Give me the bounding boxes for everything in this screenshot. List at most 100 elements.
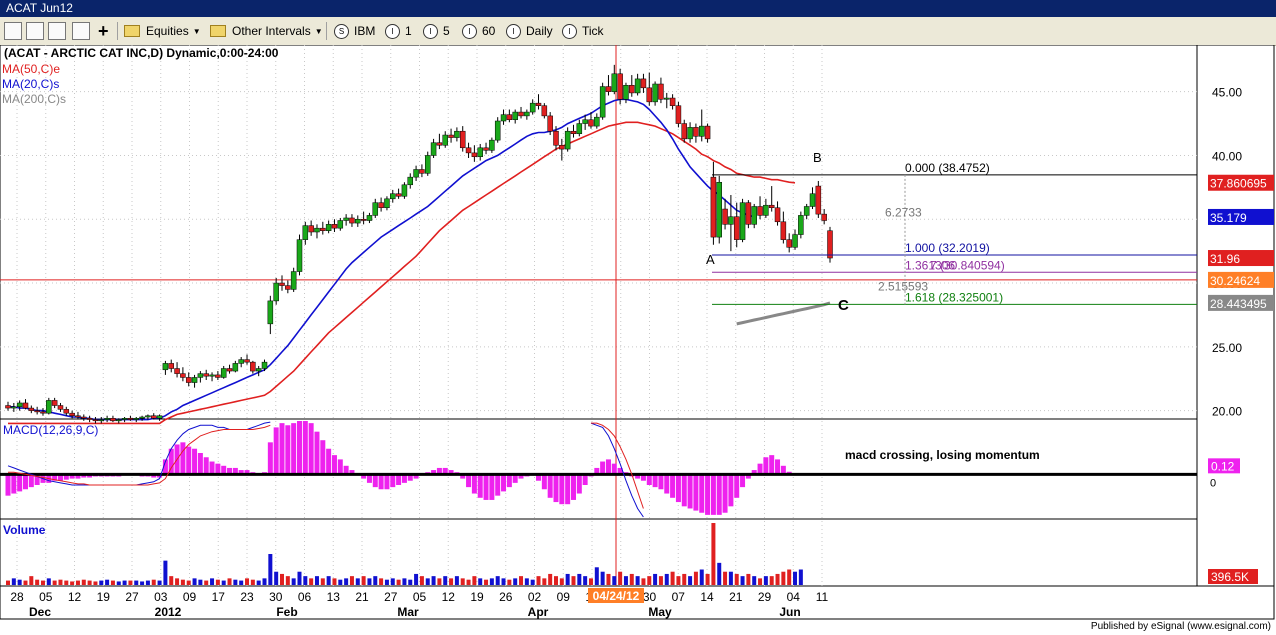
time-tick-label: 29 — [758, 590, 772, 604]
volume-bar — [600, 571, 605, 585]
other-intervals-dropdown[interactable]: Other Intervals ▼ — [210, 22, 323, 40]
candle-body — [471, 152, 478, 157]
interval-1-button[interactable]: I 1 — [385, 22, 412, 40]
tick-button[interactable]: I Tick — [562, 22, 604, 40]
properties-button[interactable] — [72, 22, 90, 40]
volume-bar — [29, 576, 34, 585]
chart-area[interactable]: 0.000 (38.4752)1.000 (32.2019)1.3613061.… — [0, 45, 1276, 620]
time-tick-label: 07 — [672, 590, 686, 604]
candle-body — [104, 418, 110, 420]
time-tick-label: 21 — [355, 590, 369, 604]
macd-histogram-bar — [722, 474, 728, 513]
folder-icon — [210, 25, 226, 37]
volume-bar — [116, 581, 121, 585]
macd-histogram-bar — [565, 474, 571, 505]
macd-histogram-bar — [471, 474, 477, 494]
print-button[interactable] — [26, 22, 44, 40]
legend-ma20: MA(20,C)s — [2, 77, 59, 91]
symbol-button[interactable]: S IBM — [334, 22, 375, 40]
daily-button[interactable]: I Daily — [506, 22, 553, 40]
candle-body — [751, 206, 757, 225]
equities-dropdown[interactable]: Equities ▼ — [124, 22, 201, 40]
print-icon — [26, 22, 44, 40]
candle-body — [652, 83, 658, 103]
macd-histogram-bar — [11, 474, 17, 494]
legend-ma50: MA(50,C)e — [2, 62, 60, 76]
volume-bar — [647, 576, 652, 585]
volume-bar — [99, 580, 104, 585]
volume-bar — [419, 576, 424, 585]
volume-bar — [641, 578, 646, 585]
volume-bar — [746, 573, 751, 585]
interval-icon: I — [506, 23, 521, 39]
candle-body — [51, 400, 58, 406]
volume-bar — [723, 571, 728, 585]
volume-bar — [373, 576, 378, 585]
volume-bar — [787, 569, 792, 585]
macd-histogram-bar — [541, 474, 547, 490]
volume-bar — [87, 580, 92, 585]
interval-60-button[interactable]: I 60 — [462, 22, 495, 40]
candle-body — [786, 239, 792, 248]
volume-bar — [268, 554, 273, 585]
interval-icon: I — [462, 23, 477, 39]
volume-bar — [332, 578, 337, 585]
time-tick-label: 19 — [97, 590, 111, 604]
time-tick-label: 19 — [470, 590, 484, 604]
macd-histogram-bar — [506, 474, 512, 488]
volume-bar — [507, 579, 512, 585]
candle-body — [86, 418, 93, 420]
symbol-label: IBM — [354, 24, 376, 38]
macd-histogram-bar — [5, 474, 11, 496]
candle-body — [407, 176, 414, 186]
volume-bar — [437, 578, 442, 585]
macd-histogram-bar — [203, 457, 209, 475]
candle-body — [716, 181, 722, 238]
time-tick-label: 21 — [729, 590, 743, 604]
macd-histogram-bar — [396, 474, 402, 485]
volume-bar — [175, 578, 180, 585]
candle-body — [634, 78, 641, 94]
interval-5-button[interactable]: I 5 — [423, 22, 450, 40]
candle-body — [640, 78, 647, 89]
time-tick-label: 06 — [298, 590, 312, 604]
volume-bar — [740, 576, 745, 585]
macd-histogram-bar — [576, 474, 582, 494]
link-button[interactable] — [4, 22, 22, 40]
macd-histogram-bar — [775, 459, 781, 475]
candle-body — [127, 418, 134, 420]
volume-bar — [344, 578, 349, 585]
macd-histogram-bar — [658, 474, 664, 490]
macd-histogram-bar — [215, 463, 221, 475]
volume-bar — [280, 573, 284, 585]
volume-bar — [454, 576, 459, 585]
volume-bar — [180, 579, 185, 585]
candle-body — [261, 361, 268, 369]
candle-body — [81, 416, 87, 419]
candle-body — [11, 406, 17, 409]
candle-body — [273, 282, 279, 302]
price-value-label: 37.860695 — [1210, 177, 1267, 191]
legend-ma200: MA(200,C)s — [2, 92, 66, 106]
macd-histogram-bar — [314, 431, 320, 475]
grid-button[interactable] — [48, 22, 66, 40]
interval-60-label: 60 — [482, 24, 496, 38]
candle-body — [646, 87, 653, 103]
volume-bar — [17, 579, 22, 585]
add-button[interactable]: + — [98, 21, 109, 41]
volume-bar — [245, 578, 250, 585]
candle-body — [763, 204, 769, 216]
candle-body — [792, 234, 798, 248]
interval-icon: I — [562, 23, 577, 39]
candle-body — [139, 416, 145, 419]
price-tick-label: 45.00 — [1212, 86, 1242, 100]
macd-histogram-bar — [600, 461, 606, 475]
candle-body — [827, 230, 833, 259]
candle-body — [238, 359, 244, 364]
volume-bar — [606, 573, 611, 585]
candle-body — [419, 169, 425, 174]
volume-bar — [501, 578, 506, 585]
month-label: Jun — [779, 605, 800, 619]
candle-body — [63, 409, 70, 414]
time-tick-label: 30 — [269, 590, 283, 604]
